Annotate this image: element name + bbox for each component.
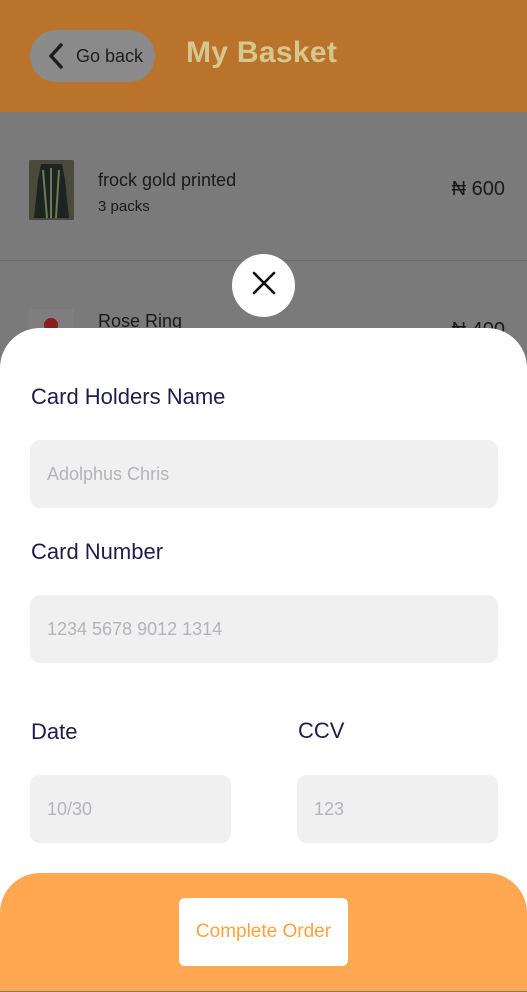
card-holder-field[interactable] [30, 440, 498, 508]
go-back-button[interactable]: Go back [30, 30, 155, 82]
header: Go back My Basket [0, 0, 527, 112]
ccv-field[interactable] [297, 775, 498, 843]
close-button[interactable] [232, 254, 295, 317]
go-back-label: Go back [76, 45, 144, 66]
date-field[interactable] [30, 775, 231, 843]
close-icon [251, 270, 277, 301]
item-price: ₦ 600 [451, 178, 505, 200]
date-label: Date [31, 719, 78, 744]
item-quantity: 3 packs [98, 198, 150, 215]
ccv-label: CCV [298, 718, 345, 743]
card-number-field[interactable] [30, 595, 498, 663]
complete-order-button[interactable]: Complete Order [179, 898, 348, 966]
card-number-label: Card Number [31, 539, 164, 564]
card-holder-input[interactable] [45, 462, 498, 486]
item-name: frock gold printed [98, 170, 237, 190]
chevron-left-icon [36, 30, 76, 82]
ccv-input[interactable] [312, 797, 498, 821]
footer: Complete Order [0, 873, 527, 991]
product-thumbnail [29, 160, 74, 220]
basket-item[interactable]: frock gold printed 3 packs ₦ 600 [0, 112, 527, 261]
date-input[interactable] [45, 797, 231, 821]
card-number-input[interactable] [45, 617, 498, 641]
page-title: My Basket [186, 36, 338, 69]
card-holder-label: Card Holders Name [31, 384, 226, 409]
